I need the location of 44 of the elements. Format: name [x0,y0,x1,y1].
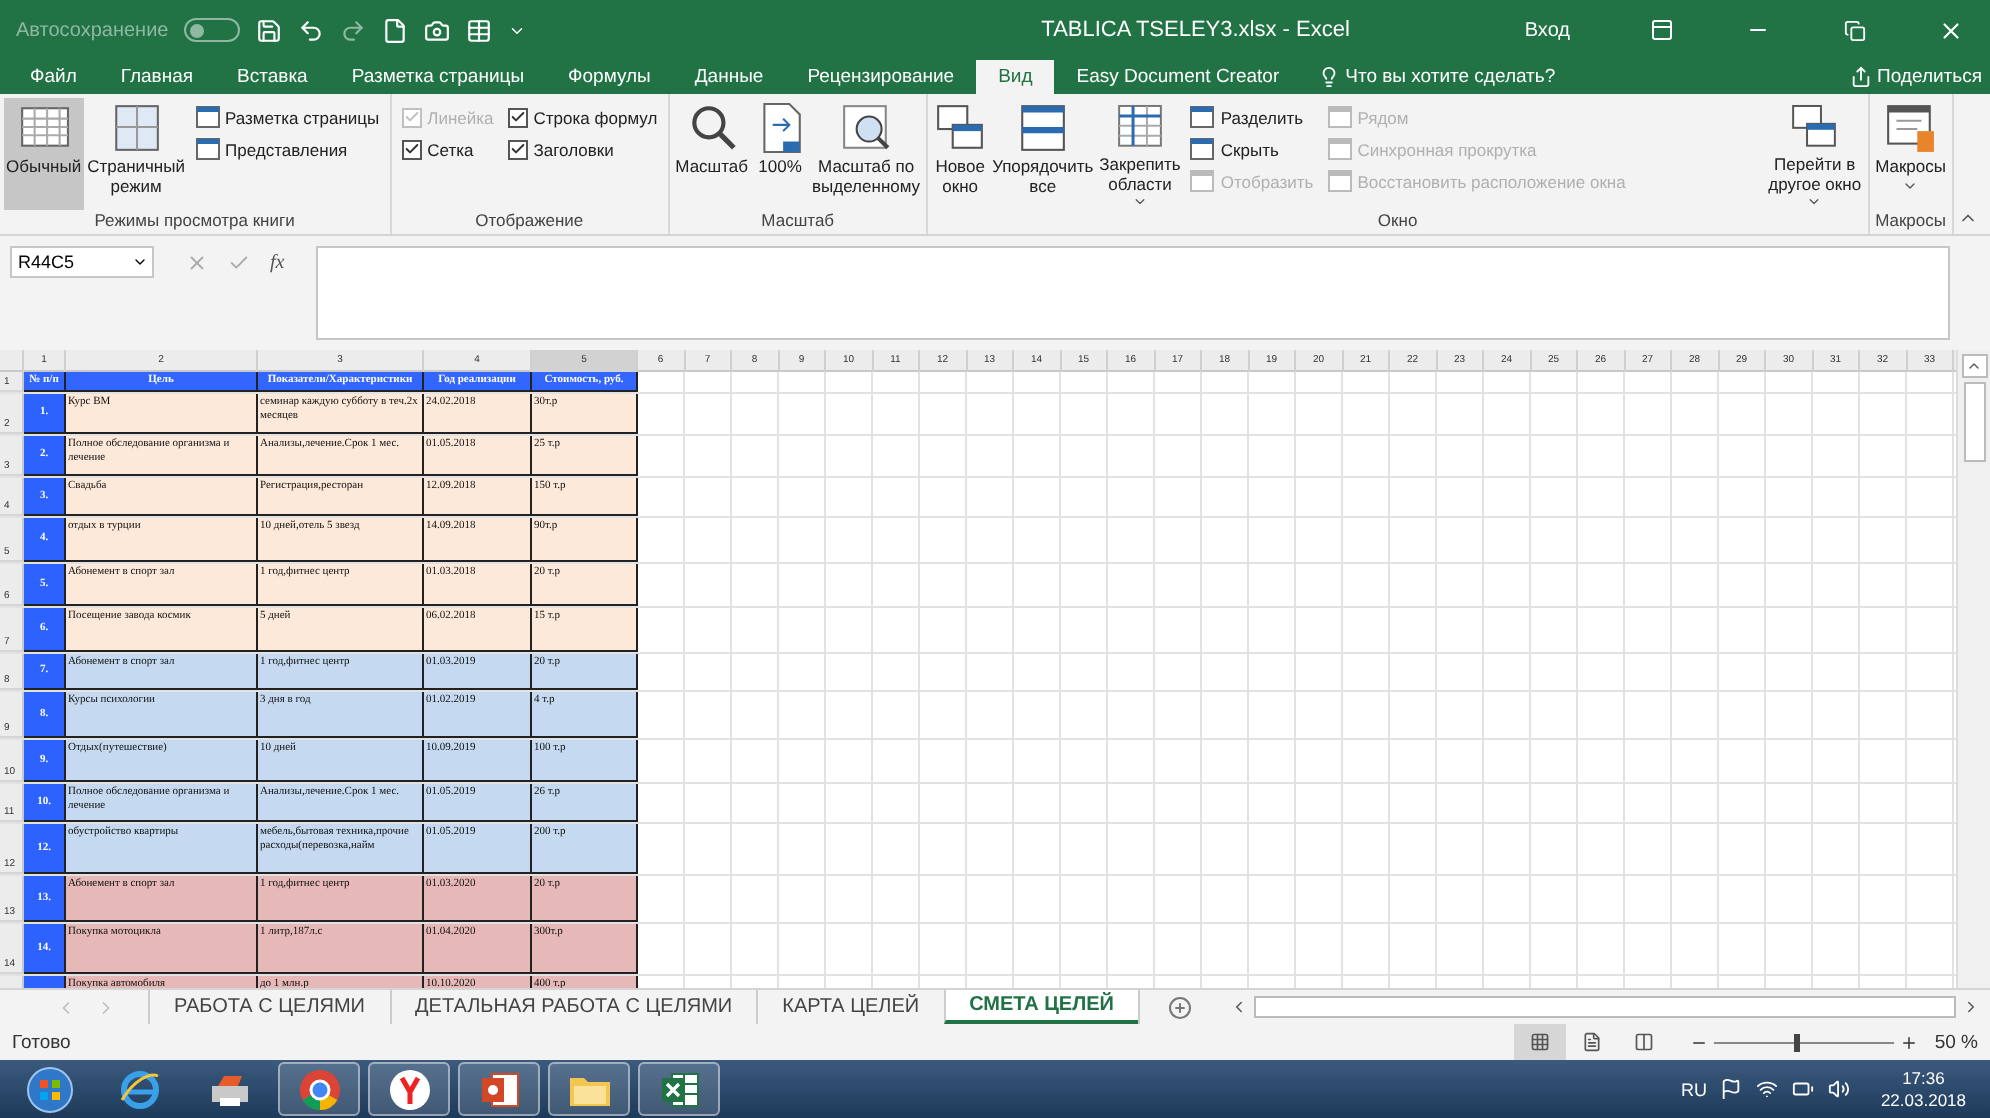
autosave-label: Автосохранение [16,19,169,41]
ribbon-tab[interactable]: Файл [8,60,99,94]
ribbon-button[interactable]: Упорядочить все [990,98,1096,210]
checkbox-label: Строка формул [533,107,658,127]
group-label: Масштаб [759,210,837,234]
ribbon-button[interactable]: Макросы [1873,98,1948,210]
sign-in-link[interactable]: Вход [1524,19,1570,41]
tell-me-field[interactable]: Что вы хотите сделать? [1345,66,1556,88]
ribbon-button[interactable]: Разделить [1190,104,1314,130]
status-text: Готово [12,1031,71,1053]
ribbon-tab[interactable]: Данные [672,60,786,94]
ribbon-button[interactable]: Масштаб [673,98,751,210]
name-box[interactable]: R44C5 [10,246,154,278]
ribbon-tab[interactable]: Рецензирование [785,60,977,94]
sheet-tab[interactable]: СМЕТА ЦЕЛЕЙ [943,990,1138,1024]
ribbon-button[interactable]: Новое окно [932,98,989,210]
ribbon-button[interactable]: Обычный [4,98,84,210]
group-label: Макросы [1873,210,1948,234]
ribbon-tab[interactable]: Вид [976,60,1055,94]
checkbox-label: Сетка [427,139,474,159]
ribbon-button[interactable]: Скрыть [1190,136,1314,162]
zoom-reading[interactable]: 50 % [1934,1031,1978,1053]
ribbon-button[interactable]: Представления [195,136,380,162]
group-label: Режимы просмотра книги [92,210,297,234]
share-button[interactable]: Поделиться [1849,60,1990,94]
window-title: TABLICA TSELEY3.xlsx - Excel [1039,18,1352,42]
ribbon-tab[interactable]: Разметка страницы [329,60,547,94]
ribbon-button[interactable]: Масштаб по выделенному [810,98,923,210]
insert-function-button[interactable]: fx [270,251,285,273]
ribbon-button[interactable]: Закрепить области [1097,98,1183,210]
ribbon-button[interactable]: 100% [752,98,809,210]
ribbon-tab[interactable]: Вставка [215,60,330,94]
clock[interactable]: 17:36 22.03.2018 [1864,1068,1982,1110]
checkbox-label: Линейка [427,107,494,127]
ribbon-tab[interactable]: Easy Document Creator [1054,60,1302,94]
ribbon-tab[interactable]: Главная [98,60,216,94]
ribbon-button[interactable]: Страничный режим [85,98,187,210]
ribbon-button[interactable]: Перейти в другое окно [1766,98,1864,210]
language-indicator[interactable]: RU [1680,1079,1707,1099]
ribbon-tab[interactable]: Формулы [546,60,673,94]
group-label: Отображение [473,210,586,234]
group-label: Окно [1375,210,1420,234]
checkbox-label: Заголовки [533,139,614,159]
ribbon-button[interactable]: Разметка страницы [195,104,380,130]
